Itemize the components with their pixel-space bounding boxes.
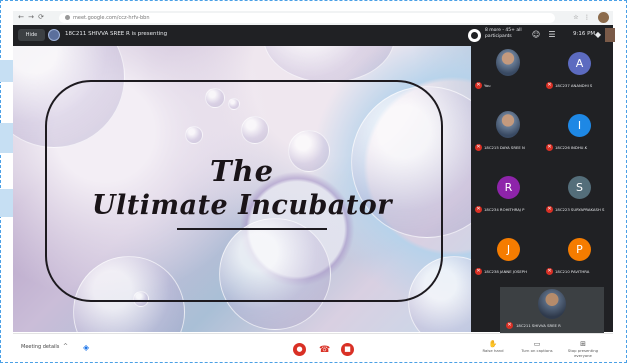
presenting-status: 18C211 SHIVVA SREE R is presenting — [65, 31, 168, 37]
participant-avatar: R — [497, 176, 520, 199]
lock-icon — [65, 15, 70, 20]
hand-icon: ✋ — [488, 340, 498, 348]
mic-off-icon: ✕ — [475, 268, 482, 275]
participant-name: 18C211 SHIVVA SREE R — [516, 323, 561, 328]
participant-avatar: J — [497, 238, 520, 261]
bubble-decoration — [263, 46, 395, 83]
participant-tile[interactable]: J ✕ 18C238 JANNE JOSEPH — [471, 232, 542, 279]
bookmark-star-icon[interactable]: ☆ — [573, 14, 579, 21]
participant-avatar: A — [568, 52, 591, 75]
mic-off-icon: ✕ — [475, 206, 482, 213]
meet-bottom-bar: Meeting details ^ ◈ ● ☎ ■ ✋ Raise hand ▭… — [13, 333, 613, 362]
participant-tile[interactable]: R ✕ 18C234 ROHITHRAJ P — [471, 170, 542, 217]
meeting-details-button[interactable]: Meeting details — [21, 344, 59, 350]
mic-off-icon: ✕ — [546, 144, 553, 151]
forward-icon[interactable]: → — [27, 13, 35, 22]
mic-off-icon: ✕ — [546, 206, 553, 213]
self-preview-thumbnail — [605, 28, 615, 42]
shield-icon[interactable]: ◈ — [83, 343, 91, 352]
slide-title-line1: The — [209, 154, 275, 188]
hide-button[interactable]: Hide — [18, 29, 45, 41]
participant-name: 18C237 ANANDHI S — [555, 83, 593, 88]
chat-icon[interactable]: ☰ — [547, 29, 557, 41]
address-bar[interactable]: meet.google.com/ccz-hrfv-bbn — [59, 13, 555, 23]
presenter-avatar — [48, 29, 60, 41]
browser-profile-avatar[interactable] — [598, 12, 609, 23]
mic-off-icon: ✕ — [475, 82, 482, 89]
chevron-up-icon[interactable]: ^ — [63, 343, 68, 350]
presentation-stage: The Ultimate Incubator — [13, 46, 471, 332]
side-tab — [0, 189, 13, 217]
participant-photo — [538, 289, 566, 319]
participant-name: You — [484, 83, 491, 88]
participant-avatar: P — [568, 238, 591, 261]
participant-photo — [496, 49, 520, 76]
raise-hand-label: Raise hand — [482, 348, 504, 353]
reload-icon[interactable]: ⟳ — [37, 13, 45, 22]
participant-name: 18C238 JANNE JOSEPH — [484, 269, 527, 274]
clock-time: 9:16 PM — [573, 31, 596, 37]
participant-tile[interactable]: P ✕ 18C210 PAVITHRA — [542, 232, 613, 279]
mic-off-icon: ✕ — [506, 322, 513, 329]
participant-tile[interactable]: ✕ 18C215 DAYA SREE N — [471, 108, 542, 155]
meet-top-bar: Hide 18C211 SHIVVA SREE R is presenting … — [13, 25, 615, 46]
side-tab — [0, 123, 13, 153]
captions-icon: ▭ — [533, 340, 541, 348]
participant-tile[interactable]: ✕ You — [471, 46, 542, 93]
present-button[interactable]: ⊞ Stop presenting everyone — [563, 340, 603, 358]
people-icon[interactable]: ☺ — [531, 29, 541, 41]
participant-name: 18C215 DAYA SREE N — [484, 145, 525, 150]
participant-name: 18C210 PAVITHRA — [555, 269, 590, 274]
hang-up-icon[interactable]: ☎ — [319, 345, 330, 355]
slide-title-line2: Ultimate Incubator — [91, 190, 393, 221]
browser-toolbar: ← → ⟳ meet.google.com/ccz-hrfv-bbn ☆ ⋮ — [13, 11, 613, 26]
slide-title-underline — [177, 228, 327, 230]
participant-name: 18C226 INDHU.K — [555, 145, 588, 150]
side-tab — [0, 60, 13, 82]
back-icon[interactable]: ← — [17, 13, 25, 22]
browser-menu-icon[interactable]: ⋮ — [584, 14, 590, 21]
participant-avatar: I — [568, 114, 591, 137]
participant-name: 18C234 ROHITHRAJ P — [484, 207, 525, 212]
participant-tile[interactable]: I ✕ 18C226 INDHU.K — [542, 108, 613, 155]
camera-button[interactable]: ■ — [341, 343, 354, 356]
participant-tile[interactable]: A ✕ 18C237 ANANDHI S — [542, 46, 613, 93]
recording-icon — [468, 29, 481, 42]
mic-button[interactable]: ● — [293, 343, 306, 356]
participant-photo — [496, 111, 520, 138]
raise-hand-button[interactable]: ✋ Raise hand — [473, 340, 513, 353]
activities-icon[interactable]: ◆ — [593, 29, 603, 41]
captions-label: Turn on captions — [521, 348, 553, 353]
participant-avatar: S — [568, 176, 591, 199]
captions-button[interactable]: ▭ Turn on captions — [517, 340, 557, 353]
mic-off-icon: ✕ — [546, 82, 553, 89]
self-video-tile[interactable]: ✕ 18C211 SHIVVA SREE R — [500, 287, 604, 333]
present-icon: ⊞ — [580, 340, 586, 348]
participants-summary: 8 more - 45+ all participants — [485, 28, 522, 39]
mic-off-icon: ✕ — [546, 268, 553, 275]
participant-tile[interactable]: S ✕ 18C223 SURYAPRAKASH S — [542, 170, 613, 217]
participant-name: 18C223 SURYAPRAKASH S — [555, 207, 605, 212]
mic-off-icon: ✕ — [475, 144, 482, 151]
present-label: Stop presenting everyone — [567, 348, 599, 358]
